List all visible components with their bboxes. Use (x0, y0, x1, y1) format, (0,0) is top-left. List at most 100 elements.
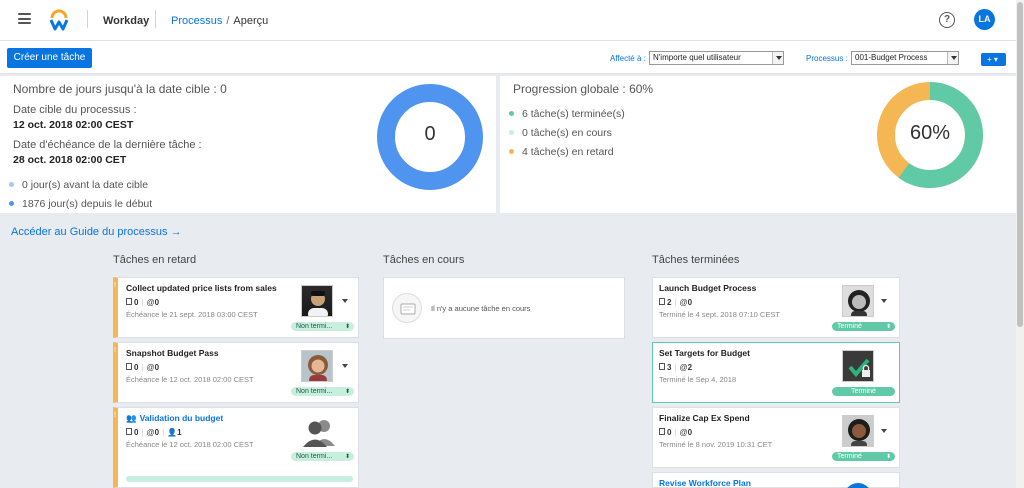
legend-dot-icon (509, 110, 514, 116)
status-badge[interactable]: Terminé ⬍ (832, 452, 895, 461)
task-card[interactable]: ! Snapshot Budget Pass 0 | @0 Échéance le … (113, 342, 359, 403)
legend-dot-icon (509, 148, 514, 154)
assigned-select[interactable]: N'importe quel utilisateur (649, 51, 784, 65)
status-text: Non termi... (296, 453, 333, 460)
breadcrumb: Processus / Aperçu (171, 15, 268, 27)
add-button[interactable]: + ▾ (981, 53, 1006, 66)
chevron-down-icon[interactable] (342, 364, 348, 368)
status-badge: Terminé (832, 387, 895, 396)
document-count: 0 (134, 363, 139, 372)
status-badge[interactable]: Non termi... ⬍ (291, 322, 354, 331)
task-card[interactable]: Revise Workforce Plan (652, 472, 900, 488)
document-icon (126, 428, 132, 436)
overdue-icon: ! (114, 347, 116, 354)
chevron-down-icon (947, 52, 958, 64)
assignee-photo (301, 285, 333, 317)
breadcrumb-separator: / (226, 15, 230, 27)
user-avatar[interactable]: LA (974, 9, 995, 30)
legend-text: 0 tâche(s) en cours (522, 127, 612, 139)
column-header-late: Tâches en retard (113, 254, 197, 266)
assignee-photo (842, 415, 874, 447)
overdue-icon: ! (114, 412, 116, 419)
users-group-icon (303, 420, 335, 447)
chevron-down-icon[interactable] (342, 299, 348, 303)
spinner-arrows-icon: ⬍ (885, 324, 891, 330)
task-title[interactable]: 👥 Validation du budget (126, 413, 223, 424)
spinner-arrows-icon: ⬍ (344, 454, 350, 460)
task-title[interactable]: Launch Budget Process (659, 283, 756, 293)
create-task-button[interactable]: Créer une tâche (7, 48, 92, 68)
task-due-date: Terminé le Sep 4, 2018 (659, 375, 737, 384)
menu-icon[interactable] (18, 13, 31, 24)
comment-icon: @ (679, 363, 688, 372)
breadcrumb-processus-link[interactable]: Processus (171, 15, 222, 27)
legend-item: 6 tâche(s) terminée(s) (509, 108, 625, 120)
task-title[interactable]: Revise Workforce Plan (659, 478, 751, 488)
chevron-down-icon[interactable] (881, 429, 887, 433)
progress-panel: Progression globale : 60% 6 tâche(s) ter… (500, 76, 1016, 213)
assignee-photo (301, 350, 333, 382)
process-label: Processus : (806, 54, 848, 63)
chevron-down-icon[interactable] (881, 299, 887, 303)
workday-logo-icon[interactable] (49, 9, 69, 31)
status-badge[interactable]: Non termi... ⬍ (291, 387, 354, 396)
comment-icon: @ (146, 363, 155, 372)
scrollbar-thumb[interactable] (1017, 2, 1023, 327)
comment-icon: @ (146, 428, 155, 437)
person-photo-icon (308, 355, 328, 381)
status-badge[interactable]: Non termi... ⬍ (291, 452, 354, 461)
legend-dot-icon (9, 181, 14, 187)
comment-icon: @ (146, 298, 155, 307)
person-icon: 👤 (167, 428, 178, 437)
spinner-arrows-icon: ⬍ (344, 324, 350, 330)
target-date-value: 12 oct. 2018 02:00 CEST (13, 119, 134, 131)
comment-icon: @ (679, 298, 688, 307)
assigned-label: Affecté à : (610, 54, 646, 63)
task-counts: 2 | @0 (659, 298, 692, 307)
task-title[interactable]: Set Targets for Budget (659, 348, 750, 358)
breadcrumb-current: Aperçu (233, 15, 269, 27)
task-title[interactable]: Finalize Cap Ex Spend (659, 413, 750, 423)
legend-item: 0 jour(s) avant la date cible (9, 179, 148, 191)
document-count: 0 (134, 428, 139, 437)
process-select[interactable]: 001-Budget Process (851, 51, 959, 65)
document-count: 0 (667, 428, 672, 437)
task-title-text[interactable]: Validation du budget (140, 413, 224, 423)
task-card[interactable]: ! Collect updated price lists from sales… (113, 277, 359, 338)
process-guide-link[interactable]: Accéder au Guide du processus → (11, 226, 182, 238)
comment-count: 0 (154, 428, 160, 437)
task-title[interactable]: Snapshot Budget Pass (126, 348, 219, 358)
legend-dot-icon (9, 200, 14, 206)
status-badge[interactable]: Terminé ⬍ (832, 322, 895, 331)
task-card[interactable]: ! 👥 Validation du budget 0 | @0 | 👤1 Échéance… (113, 407, 359, 488)
spinner-arrows-icon: ⬍ (885, 454, 891, 460)
column-header-in-progress: Tâches en cours (383, 254, 465, 266)
task-card[interactable]: Finalize Cap Ex Spend 0 | @0 Terminé le 8 … (652, 407, 900, 468)
comment-count: 0 (154, 363, 160, 372)
task-progress-bar (126, 476, 353, 482)
legend-item: 4 tâche(s) en retard (509, 146, 614, 158)
days-panel: Nombre de jours jusqu'à la date cible : … (0, 76, 496, 213)
person-photo-icon (848, 290, 870, 316)
status-text: Terminé (837, 323, 862, 330)
legend-item: 1876 jour(s) depuis le début (9, 198, 152, 210)
top-bar: Workday Processus / Aperçu ? LA (0, 0, 1016, 41)
assignee-avatar (844, 483, 872, 488)
document-count: 2 (667, 298, 672, 307)
app-name: Workday (103, 15, 150, 27)
help-icon[interactable]: ? (939, 12, 955, 28)
page-scrollbar[interactable] (1016, 0, 1024, 488)
task-counts: 0 | @0 (126, 363, 159, 372)
task-card[interactable]: Launch Budget Process 2 | @0 Terminé le 4 … (652, 277, 900, 338)
task-title[interactable]: Collect updated price lists from sales (126, 283, 277, 293)
task-placeholder-icon (392, 293, 422, 323)
due-date-value: 28 oct. 2018 02:00 CET (13, 154, 127, 166)
days-panel-title: Nombre de jours jusqu'à la date cible : … (13, 82, 227, 96)
document-icon (126, 363, 132, 371)
group-icon: 👥 (126, 413, 137, 423)
document-icon (659, 298, 665, 306)
document-count: 3 (667, 363, 672, 372)
status-text: Non termi... (296, 388, 333, 395)
comment-count: 0 (687, 428, 693, 437)
task-card[interactable]: Set Targets for Budget 3 | @2 Terminé le S… (652, 342, 900, 403)
